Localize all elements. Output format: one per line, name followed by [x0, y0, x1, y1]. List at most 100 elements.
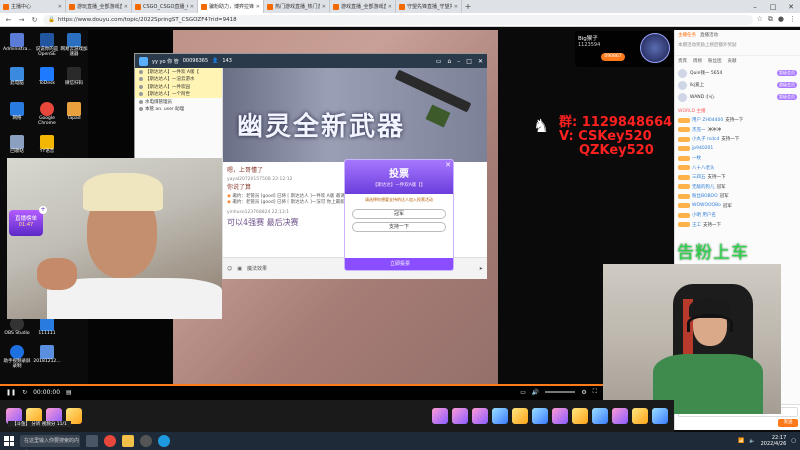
forward-icon[interactable]: →	[17, 16, 26, 24]
rank-row[interactable]: lkj爱上 超级会员	[678, 79, 797, 91]
desktop-icon[interactable]: 111111	[33, 317, 61, 337]
close-icon[interactable]: ✕	[58, 4, 62, 10]
menu-icon[interactable]: ⋮	[789, 15, 796, 24]
volume-icon[interactable]: 🔊	[532, 389, 539, 396]
taskbar-clock[interactable]: 22:17 2022/4/26	[761, 435, 787, 447]
tab-vip[interactable]: 贵宾	[678, 58, 687, 64]
file-explorer-icon[interactable]	[122, 435, 134, 447]
volume-tray-icon[interactable]: 🔈	[749, 438, 755, 444]
new-tab-button[interactable]: +	[462, 2, 474, 11]
list-item[interactable]: 本管 an. user 助理	[135, 106, 222, 114]
desktop-icon[interactable]: 网易云游戏加速器	[60, 33, 88, 58]
fullscreen-icon[interactable]: ⛶	[593, 388, 597, 396]
desktop-icon[interactable]: Administra...	[3, 33, 32, 53]
send-arrow-icon[interactable]: ➤	[479, 266, 483, 272]
close-icon[interactable]: ✕	[445, 161, 451, 169]
gift-icon[interactable]	[552, 408, 568, 424]
vote-option[interactable]: 冠军	[352, 209, 446, 219]
vote-submit-button[interactable]: 立即投票	[345, 258, 453, 270]
chrome-taskbar-icon[interactable]	[104, 435, 116, 447]
browser-tab[interactable]: 主播中心 ✕	[0, 0, 66, 13]
gift-icon[interactable]	[632, 408, 648, 424]
gift-icon[interactable]	[572, 408, 588, 424]
list-item[interactable]: 水电煤管理员	[135, 98, 222, 106]
tab-weekly[interactable]: 周榜	[693, 58, 702, 64]
camera-icon[interactable]: ▭	[436, 58, 442, 65]
browser-tab[interactable]: CSGO_CSGO直播_CSGO直播✕	[132, 0, 198, 13]
close-icon[interactable]: ✕	[322, 4, 326, 10]
close-window-icon[interactable]: ✕	[782, 0, 800, 13]
tab-live-activity[interactable]: 直播活动	[700, 32, 718, 38]
gift-icon[interactable]	[592, 408, 608, 424]
profile-icon[interactable]: ●	[778, 15, 784, 24]
streamer-avatar[interactable]	[640, 33, 670, 63]
browser-tab-active[interactable]: 骗粉助力，博弈拉锋_斗鱼直播✕	[198, 0, 264, 13]
list-item[interactable]: 【斯达达人】一渲云游水	[135, 75, 222, 83]
back-icon[interactable]: ←	[4, 16, 13, 24]
gift-icon[interactable]	[652, 408, 668, 424]
magic-effect-button[interactable]: 魔法效果	[247, 265, 267, 272]
desktop-icon[interactable]: 助手视频录屏录制	[3, 345, 31, 370]
close-icon[interactable]: ✕	[454, 4, 458, 10]
desktop-icon[interactable]: 网络	[3, 102, 31, 122]
gift-icon[interactable]	[432, 408, 448, 424]
volume-slider[interactable]	[545, 391, 576, 393]
refresh-icon[interactable]: ↻	[22, 389, 27, 396]
desktop-icon[interactable]: 说说你的是OpenSE	[33, 33, 61, 58]
list-item[interactable]: 【斯达达人】一件欢 A版【	[135, 68, 222, 76]
gift-icon[interactable]	[492, 408, 508, 424]
home-icon[interactable]: ⌂	[447, 58, 451, 65]
desktop-icon[interactable]: Google Chrome	[33, 102, 61, 127]
close-icon[interactable]: ✕	[478, 58, 483, 65]
desktop-icon[interactable]: YY语音	[33, 135, 61, 155]
desktop-icon[interactable]: OBS Studio	[3, 317, 31, 337]
obs-taskbar-icon[interactable]	[140, 435, 152, 447]
progress-bar[interactable]	[0, 384, 603, 386]
gift-icon[interactable]	[452, 408, 468, 424]
settings-icon[interactable]: ⚙	[581, 389, 586, 396]
list-item[interactable]: 【斯达达人】一个阿世	[135, 90, 222, 98]
windows-start-icon[interactable]	[4, 436, 14, 446]
minimize-icon[interactable]: –	[746, 0, 764, 13]
gift-icon[interactable]	[472, 408, 488, 424]
url-input[interactable]: 🔒 https://www.douyu.com/topic/2022Spring…	[43, 14, 753, 25]
maximize-icon[interactable]: □	[764, 0, 782, 13]
browser-tab[interactable]: 热门游戏直播_热门游戏视频_斗鱼✕	[264, 0, 330, 13]
emoji-icon[interactable]: ☺	[227, 266, 232, 272]
danmaku-icon[interactable]: ▤	[66, 389, 72, 396]
desktop-icon[interactable]: 20181212...	[33, 345, 61, 365]
rank-row[interactable]: WAND 小心 超级会员	[678, 91, 797, 103]
pause-icon[interactable]: ❚❚	[6, 389, 16, 396]
desktop-icon[interactable]: ToDesk	[33, 67, 61, 87]
browser-tab[interactable]: 游玩直播_全部游戏直播_斗鱼直播✕	[66, 0, 132, 13]
star-icon[interactable]: ☆	[757, 15, 763, 24]
edge-taskbar-icon[interactable]	[158, 435, 170, 447]
plus-icon[interactable]: +	[39, 206, 47, 214]
gift-icon[interactable]	[532, 408, 548, 424]
tab-contribution[interactable]: 贡献	[728, 58, 737, 64]
network-tray-icon[interactable]: 📶	[738, 438, 744, 444]
browser-tab[interactable]: 游戏直播_全部游戏直播_斗鱼直播✕	[330, 0, 396, 13]
close-icon[interactable]: ✕	[190, 4, 194, 10]
browser-tab[interactable]: 守望先锋直播_守望先锋直播吧✕	[396, 0, 462, 13]
gift-icon[interactable]	[612, 408, 628, 424]
close-icon[interactable]: ✕	[124, 4, 128, 10]
task-view-icon[interactable]	[86, 435, 98, 447]
close-icon[interactable]: ✕	[388, 4, 392, 10]
tab-streamer-tasks[interactable]: 主播任务	[678, 32, 696, 38]
ranking-badge[interactable]: 直播榜单 01:47 +	[9, 206, 47, 236]
gift-icon[interactable]	[512, 408, 528, 424]
minimize-icon[interactable]: –	[457, 58, 460, 65]
list-item[interactable]: 【斯达达人】一件欢园	[135, 83, 222, 91]
pip-icon[interactable]: ▭	[520, 389, 526, 396]
close-icon[interactable]: ✕	[256, 4, 260, 10]
maximize-icon[interactable]: □	[466, 58, 472, 65]
tab-fans[interactable]: 粉丝团	[708, 58, 722, 64]
desktop-icon[interactable]: 此电脑	[3, 67, 31, 87]
extensions-icon[interactable]: ⧉	[768, 15, 773, 24]
image-icon[interactable]: ▣	[237, 266, 242, 272]
follow-button[interactable]: 090867	[601, 53, 625, 61]
desktop-icon[interactable]: 微信扫码	[60, 67, 88, 87]
desktop-icon[interactable]: 回收站	[3, 135, 31, 155]
rank-row[interactable]: Quin钱一 5654 超级会员	[678, 67, 797, 79]
